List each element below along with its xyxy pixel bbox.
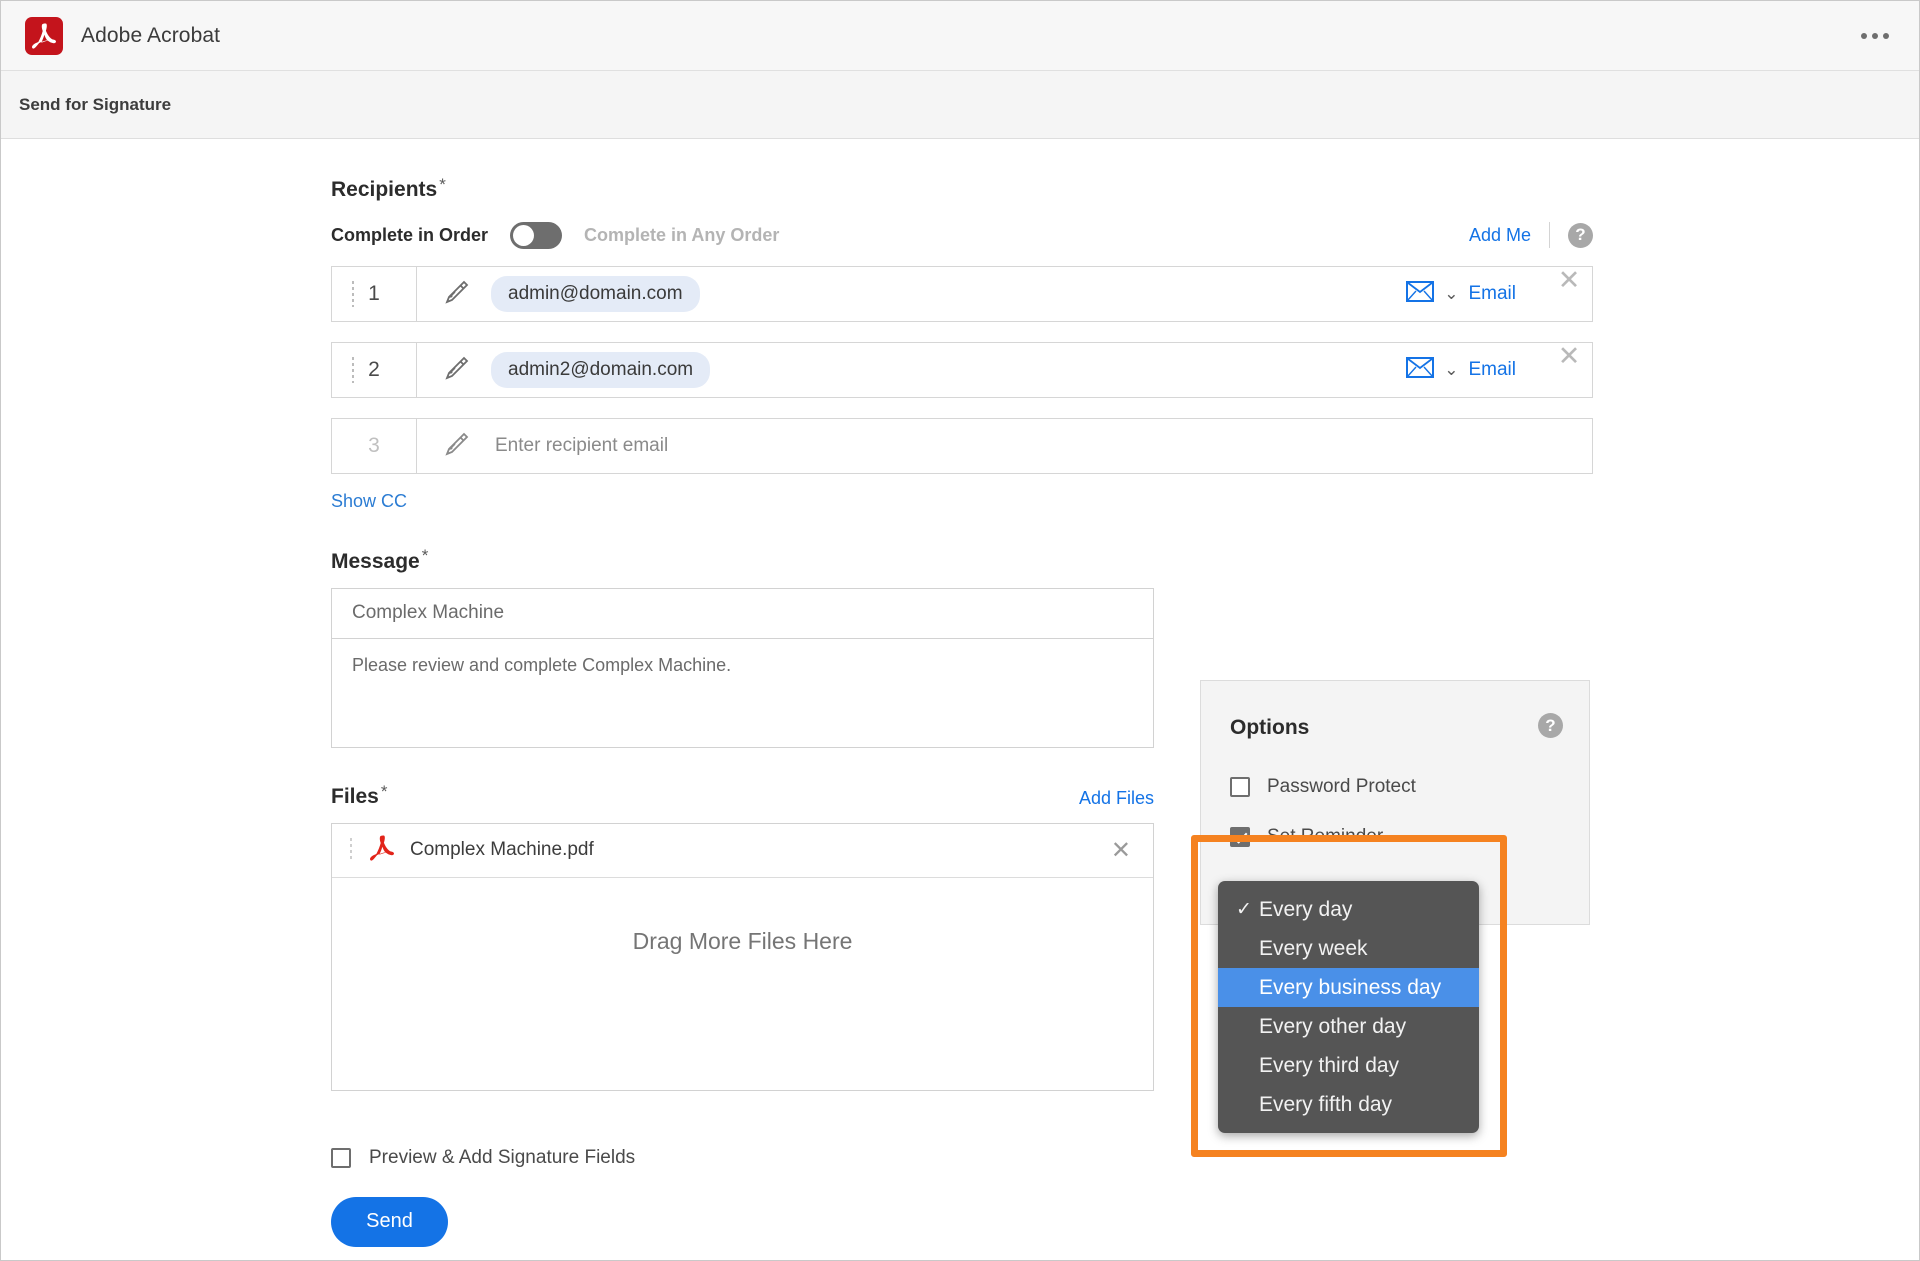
recipient-index: 2 [332,343,417,398]
chevron-down-icon[interactable]: ⌄ [1444,284,1458,304]
recipient-email-chip[interactable]: admin@domain.com [491,276,700,313]
recipient-index-label: 3 [368,434,380,458]
options-help-icon[interactable]: ? [1538,713,1563,738]
recipients-heading: Recipients [331,178,438,202]
check-icon: ✓ [1236,899,1252,920]
dropdown-option-every-week[interactable]: Every week [1218,929,1479,968]
required-marker: * [380,781,388,801]
recipient-role-label[interactable]: Email [1468,283,1516,305]
drag-handle-icon[interactable] [352,357,354,384]
recipients-help-icon[interactable]: ? [1568,222,1593,248]
complete-order-row: Complete in Order Complete in Any Order … [331,218,1593,252]
message-box: Complex Machine Please review and comple… [331,587,1154,748]
add-files-link[interactable]: Add Files [1079,788,1154,809]
recipient-row[interactable]: 2 admin2@domain.com ⌄ Email ✕ [331,342,1593,399]
dropdown-option-label: Every week [1259,936,1368,960]
file-dropzone[interactable]: Drag More Files Here [332,878,1153,1090]
dropdown-option-every-business-day[interactable]: Every business day [1218,968,1479,1007]
password-protect-checkbox[interactable] [1230,777,1250,797]
main-content: Recipients * Complete in Order Complete i… [1,139,1919,1260]
complete-any-order-label: Complete in Any Order [584,224,780,245]
remove-recipient-icon[interactable]: ✕ [1546,343,1592,397]
message-body-textarea[interactable]: Please review and complete Complex Machi… [332,639,1153,747]
envelope-icon[interactable] [1406,357,1435,383]
required-marker: * [439,175,446,194]
pdf-icon [370,834,394,867]
page-title: Send for Signature [19,94,172,114]
dropdown-option-label: Every other day [1259,1014,1407,1038]
dot [1861,32,1867,39]
password-protect-row[interactable]: Password Protect [1230,776,1416,798]
signature-pen-icon[interactable] [417,343,491,397]
signature-pen-icon[interactable] [417,419,491,473]
envelope-icon[interactable] [1406,281,1435,307]
set-reminder-checkbox[interactable] [1230,827,1250,847]
divider [1549,222,1550,249]
dropdown-option-every-fifth-day[interactable]: Every fifth day [1218,1085,1479,1124]
show-cc-link[interactable]: Show CC [331,491,407,512]
recipient-index: 3 [332,419,417,474]
dot [1883,32,1889,39]
set-reminder-label: Set Reminder [1267,826,1384,847]
app-title: Adobe Acrobat [81,23,221,47]
recipient-role-group: ⌄ Email [1406,267,1546,321]
complete-order-toggle[interactable] [510,221,563,249]
title-bar: Adobe Acrobat [1,1,1919,71]
remove-file-icon[interactable]: ✕ [1111,836,1131,865]
preview-signature-row[interactable]: Preview & Add Signature Fields [331,1147,1593,1169]
password-protect-label: Password Protect [1267,776,1416,797]
dropdown-option-every-other-day[interactable]: Every other day [1218,1007,1479,1046]
toggle-knob [513,224,535,246]
message-heading: Message [331,549,420,573]
dropdown-option-label: Every business day [1259,975,1442,999]
signature-pen-icon[interactable] [417,267,491,321]
message-subject-input[interactable]: Complex Machine [332,589,1153,639]
dropdown-option-every-third-day[interactable]: Every third day [1218,1046,1479,1085]
dropdown-option-label: Every day [1259,897,1353,921]
recipient-list: 1 admin@domain.com ⌄ Email ✕ 2 admin2@do… [331,266,1593,475]
recipients-actions: Add Me ? [1469,222,1593,249]
set-reminder-row[interactable]: Set Reminder [1230,826,1383,848]
chevron-down-icon[interactable]: ⌄ [1444,360,1458,380]
recipient-index-label: 1 [368,282,380,306]
drag-handle-icon[interactable] [350,838,352,863]
files-header: Files * Add Files [331,782,1154,809]
recipient-role-group: ⌄ Email [1406,343,1546,397]
dot [1872,32,1878,39]
files-box: Complex Machine.pdf ✕ Drag More Files He… [331,822,1154,1091]
options-heading: Options [1230,716,1310,739]
dropdown-option-label: Every third day [1259,1053,1400,1077]
send-button[interactable]: Send [331,1196,448,1247]
recipient-row[interactable]: 1 admin@domain.com ⌄ Email ✕ [331,266,1593,323]
recipients-section: Recipients * Complete in Order Complete i… [331,175,1593,512]
dropzone-label: Drag More Files Here [632,927,853,954]
recipient-index-label: 2 [368,358,380,382]
app-window: Adobe Acrobat Send for Signature Recipie… [0,0,1920,1261]
file-list-item[interactable]: Complex Machine.pdf ✕ [332,824,1153,878]
recipient-email-field[interactable]: admin2@domain.com [491,343,1406,397]
file-name-label: Complex Machine.pdf [410,839,594,861]
preview-signature-label: Preview & Add Signature Fields [369,1146,636,1168]
recipient-email-input[interactable]: Enter recipient email [491,419,1592,473]
complete-in-order-label: Complete in Order [331,224,489,245]
add-me-link[interactable]: Add Me [1469,225,1531,246]
remove-recipient-icon[interactable]: ✕ [1546,267,1592,321]
recipient-role-label[interactable]: Email [1468,359,1516,381]
dropdown-option-label: Every fifth day [1259,1092,1393,1116]
preview-signature-checkbox[interactable] [331,1147,351,1168]
dropdown-option-every-day[interactable]: ✓ Every day [1218,890,1479,929]
more-horizontal-icon[interactable] [1855,23,1895,49]
required-marker: * [421,546,429,566]
recipient-email-chip[interactable]: admin2@domain.com [491,352,711,389]
recipient-row-empty[interactable]: 3 Enter recipient email [331,418,1593,475]
reminder-frequency-dropdown[interactable]: ✓ Every day Every week Every business da… [1218,881,1479,1133]
sub-header: Send for Signature [1,71,1919,139]
recipient-email-placeholder: Enter recipient email [495,435,669,457]
recipient-index: 1 [332,267,417,322]
drag-handle-icon[interactable] [352,281,354,308]
files-heading: Files [331,784,379,808]
recipient-email-field[interactable]: admin@domain.com [491,267,1406,321]
adobe-acrobat-logo-icon [25,16,63,55]
